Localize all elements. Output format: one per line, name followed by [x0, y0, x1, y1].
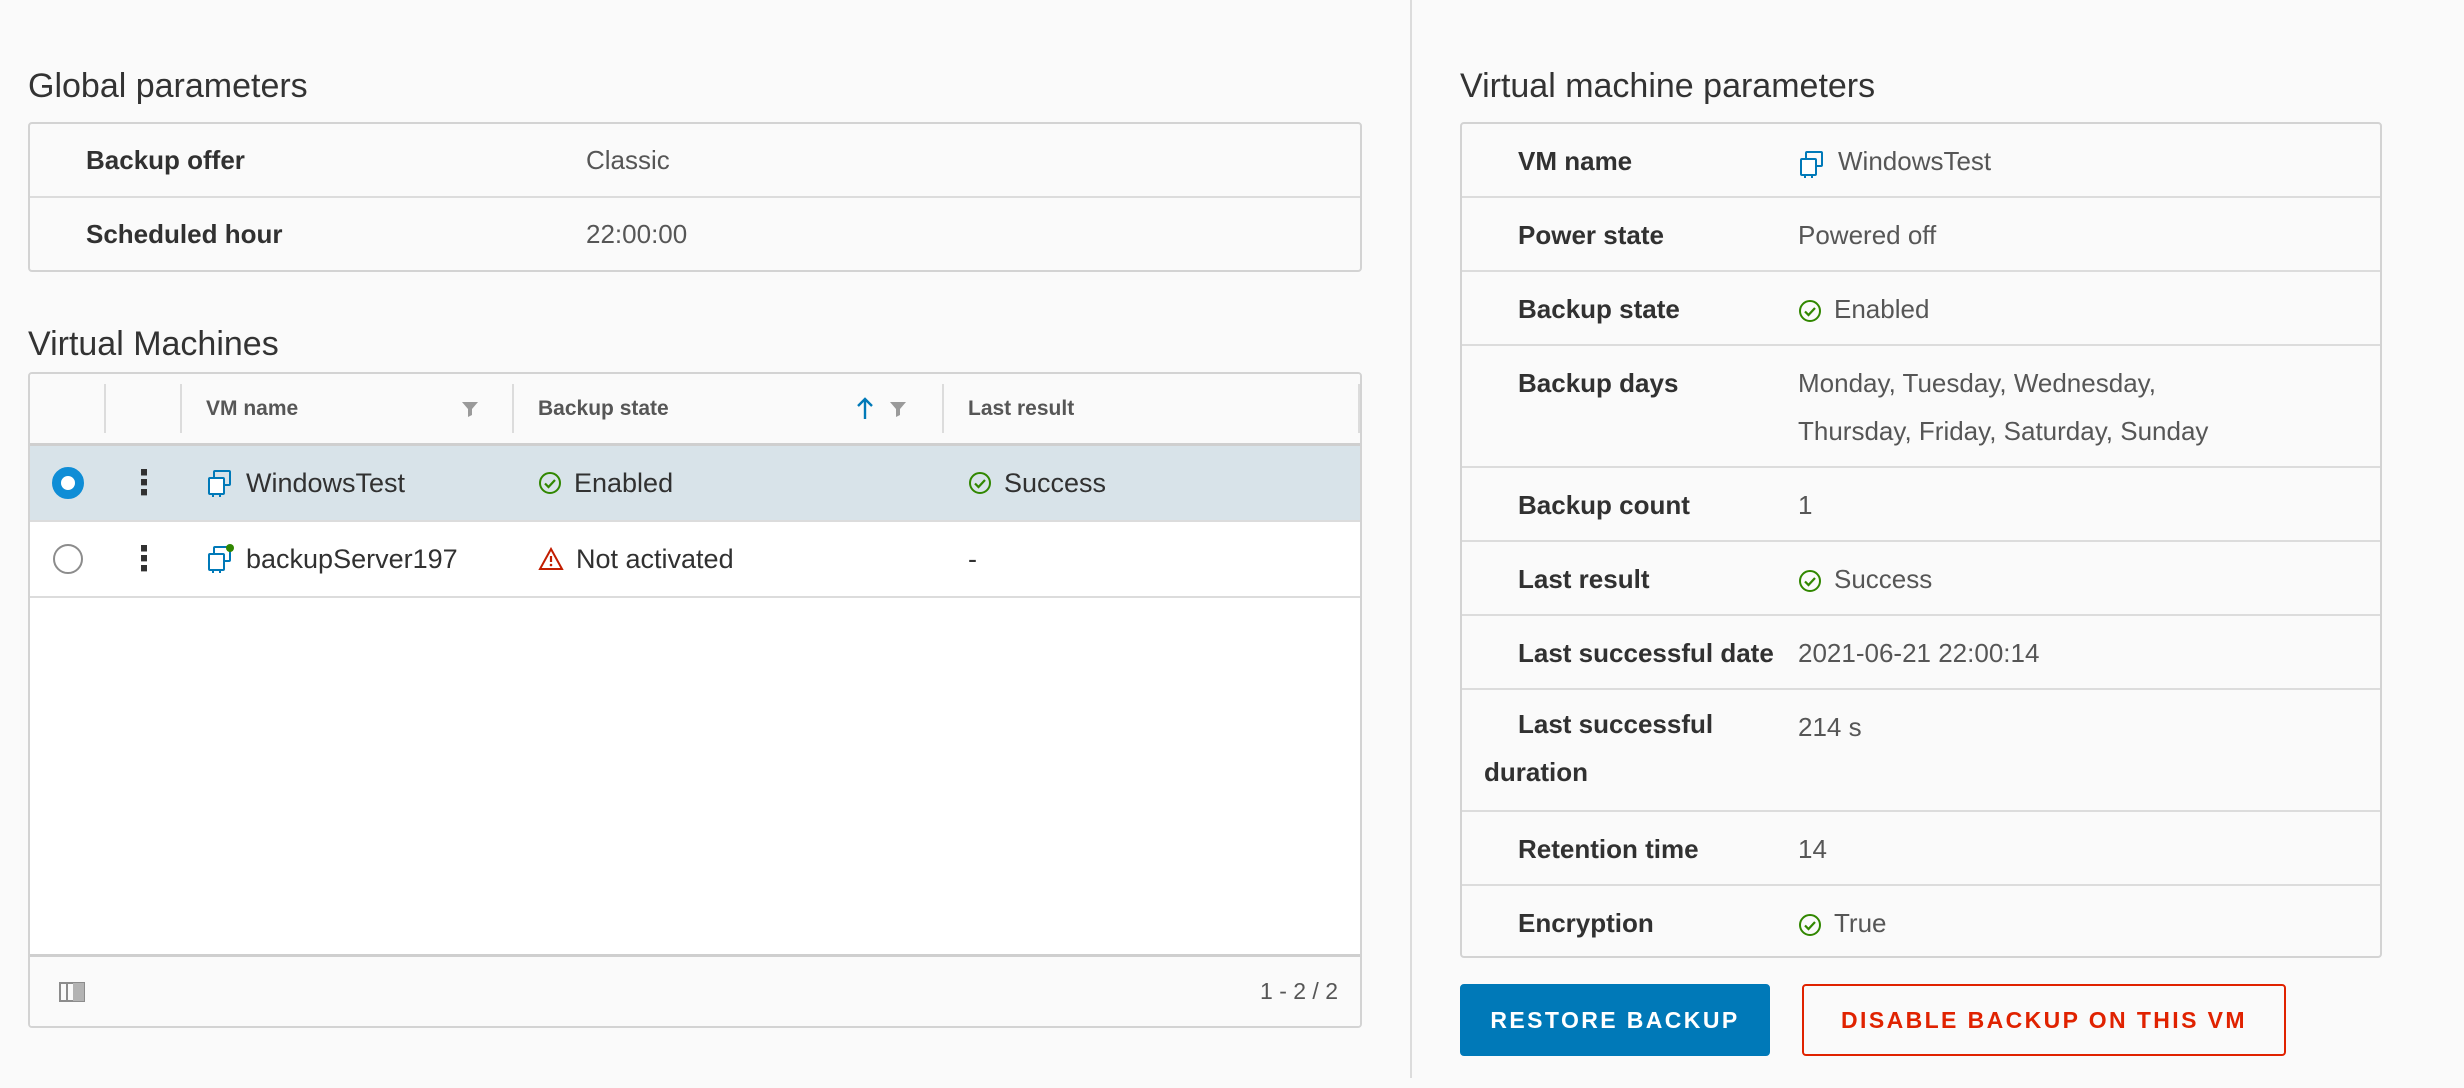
check-circle-icon: [1798, 299, 1822, 323]
param-label: Last result: [1518, 564, 1650, 594]
column-header-vm-name[interactable]: VM name: [182, 374, 514, 443]
param-value: True: [1834, 908, 1887, 938]
param-row: Last successful date 2021-06-21 22:00:14: [1462, 616, 2380, 690]
check-circle-icon: [538, 471, 562, 495]
param-value: 14: [1798, 834, 1827, 864]
column-toggle-icon[interactable]: [58, 980, 86, 1004]
select-column-header: [30, 374, 106, 443]
param-value: 214 s: [1798, 712, 1862, 742]
param-row: Backup days Monday, Tuesday, Wednesday, …: [1462, 346, 2380, 468]
restore-backup-button[interactable]: RESTORE BACKUP: [1460, 984, 1770, 1056]
vm-parameters-table: VM name WindowsTest Power state Powered …: [1460, 122, 2382, 958]
vm-icon: [1798, 149, 1826, 179]
param-value: 22:00:00: [586, 218, 688, 249]
param-row: Last successful duration 214 s: [1462, 690, 2380, 812]
param-value-line: Monday, Tuesday, Wednesday,: [1798, 368, 2156, 398]
column-header-backup-state[interactable]: Backup state: [514, 374, 944, 443]
backup-state: Not activated: [576, 543, 734, 574]
param-row: Encryption True: [1462, 886, 2380, 960]
param-row: Backup state Enabled: [1462, 272, 2380, 346]
vm-parameters-title: Virtual machine parameters: [1460, 67, 1876, 105]
global-parameters-title: Global parameters: [28, 67, 308, 105]
check-circle-icon: [968, 471, 992, 495]
param-value: Powered off: [1798, 220, 1937, 250]
param-value: 1: [1798, 490, 1813, 520]
row-select-radio[interactable]: [52, 467, 84, 499]
param-label: Retention time: [1518, 834, 1699, 864]
param-row: Backup offer Classic: [30, 124, 1360, 198]
param-value-line: Thursday, Friday, Saturday, Sunday: [1798, 416, 2209, 446]
param-label: Scheduled hour: [86, 218, 283, 249]
param-label: Backup days: [1518, 368, 1679, 398]
warning-icon: [538, 547, 564, 571]
last-result: Success: [1004, 467, 1107, 498]
param-label: Encryption: [1518, 908, 1654, 938]
param-label: VM name: [1518, 146, 1633, 176]
param-row: VM name WindowsTest: [1462, 124, 2380, 198]
check-circle-icon: [1798, 569, 1822, 593]
param-label: Power state: [1518, 220, 1664, 250]
row-select-radio[interactable]: [53, 544, 83, 574]
table-row[interactable]: ⋮ WindowsTest Enabled Success: [30, 446, 1360, 522]
column-header-label: Backup state: [538, 396, 669, 420]
param-label: Backup count: [1518, 490, 1690, 520]
vm-icon: [206, 468, 234, 498]
pagination-label: 1 - 2 / 2: [1260, 978, 1338, 1004]
grid-header: VM name Backup state Last result: [30, 374, 1360, 446]
column-header-last-result[interactable]: Last result: [944, 374, 1360, 443]
last-result: -: [968, 543, 977, 574]
vm-powered-on-icon: [206, 544, 234, 574]
disable-backup-button[interactable]: DISABLE BACKUP ON THIS VM: [1802, 984, 2286, 1056]
param-row: Last result Success: [1462, 542, 2380, 616]
param-value: 2021-06-21 22:00:14: [1798, 638, 2040, 668]
param-row: Retention time 14: [1462, 812, 2380, 886]
check-circle-icon: [1798, 913, 1822, 937]
param-label: Last successful duration: [1484, 709, 1714, 787]
filter-icon[interactable]: [888, 399, 908, 419]
param-label: Last successful date: [1518, 638, 1774, 668]
filter-icon[interactable]: [460, 399, 480, 419]
grid-footer: 1 - 2 / 2: [30, 954, 1360, 1026]
param-label: Backup state: [1518, 294, 1680, 324]
column-header-label: Last result: [968, 396, 1075, 420]
backup-state: Enabled: [574, 467, 674, 498]
row-actions-kebab-icon[interactable]: ⋮: [127, 542, 161, 576]
param-label: Backup offer: [86, 144, 245, 175]
param-value: Enabled: [1834, 294, 1930, 324]
param-row: Backup count 1: [1462, 468, 2380, 542]
vm-name[interactable]: WindowsTest: [246, 468, 405, 499]
param-value: Classic: [586, 144, 670, 175]
vm-name[interactable]: backupServer197: [246, 544, 458, 575]
param-value: WindowsTest: [1838, 146, 1992, 176]
virtual-machines-title: Virtual Machines: [28, 325, 279, 363]
table-row[interactable]: ⋮ backupServer197 Not activated -: [30, 522, 1360, 598]
panel-divider: [1410, 0, 1412, 1078]
vm-datagrid: VM name Backup state Last result ⋮ Windo…: [28, 372, 1362, 1028]
sort-ascending-icon[interactable]: [856, 396, 874, 421]
param-value: Success: [1834, 564, 1933, 594]
column-header-label: VM name: [206, 396, 299, 420]
param-row: Power state Powered off: [1462, 198, 2380, 272]
global-parameters-table: Backup offer Classic Scheduled hour 22:0…: [28, 122, 1362, 272]
row-actions-kebab-icon[interactable]: ⋮: [127, 466, 161, 500]
actions-column-header: [106, 374, 182, 443]
param-row: Scheduled hour 22:00:00: [30, 198, 1360, 270]
